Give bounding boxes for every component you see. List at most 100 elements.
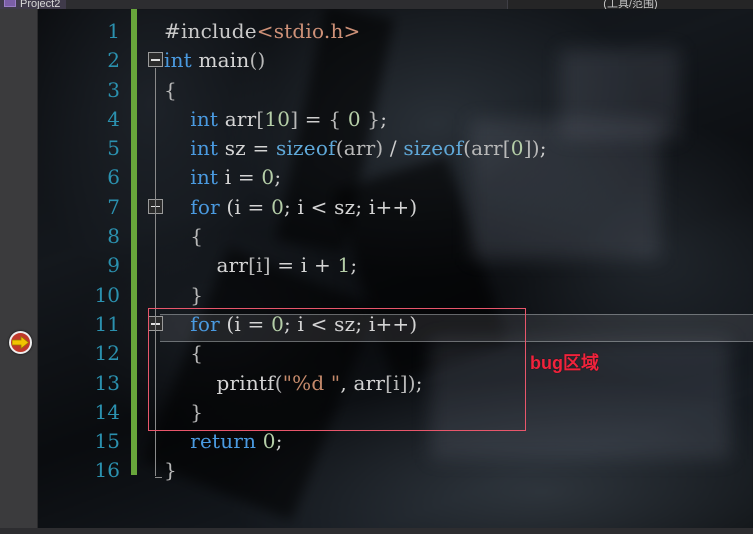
code-token: } (190, 282, 204, 307)
code-text[interactable]: #include<stdio.h> int main(){ int arr[10]… (164, 9, 753, 534)
code-token: (arr) (335, 136, 384, 161)
code-token: arr (216, 253, 249, 278)
line-number: 2 (107, 48, 120, 73)
code-token: ; (274, 165, 282, 190)
code-line[interactable]: #include<stdio.h> (164, 17, 753, 46)
code-token: 0 (262, 429, 276, 454)
code-token: ; i < sz; i++) (284, 194, 418, 219)
breakpoint-with-execution-arrow[interactable] (9, 331, 32, 354)
breakpoint-gutter[interactable] (0, 9, 38, 534)
code-token: } (360, 106, 381, 131)
code-line[interactable]: { (164, 76, 753, 105)
line-number: 12 (94, 341, 120, 366)
code-token: / (383, 136, 404, 161)
code-token: return (190, 429, 257, 454)
code-line[interactable]: int i = 0; (164, 163, 753, 192)
tab-label: Project2 (20, 0, 61, 9)
code-token: (i = (219, 194, 272, 219)
code-token: int (190, 106, 219, 131)
code-token: ; (380, 106, 388, 131)
code-token: } (190, 399, 204, 424)
line-number-column: 1 2 3 4 5 6 7 8 9 10 11 12 13 14 15 16 (38, 9, 130, 534)
line-number: 13 (94, 370, 120, 395)
code-token: sizeof (403, 136, 464, 161)
code-token: { (164, 77, 177, 102)
code-token: 10 (264, 106, 291, 131)
line-number: 1 (107, 19, 120, 43)
fold-connector (155, 68, 157, 477)
code-token: 0 (271, 194, 285, 219)
solution-icon (4, 0, 16, 7)
code-token: ) (407, 370, 416, 395)
code-line[interactable]: for (i = 0; i < sz; i++) (164, 310, 753, 339)
line-number: 8 (107, 224, 120, 249)
code-token: = i + (270, 253, 338, 278)
bottom-strip (0, 528, 753, 534)
line-number: 5 (107, 136, 120, 161)
code-token: { (190, 224, 204, 249)
code-token: ; (539, 136, 547, 161)
code-token: , arr (340, 370, 386, 395)
line-number: 6 (107, 165, 120, 190)
line-number: 16 (94, 458, 120, 483)
editor-window: Project2 (工具/范围) 1 2 3 4 5 6 7 8 9 10 11 12 13 14 15 16 (0, 0, 753, 534)
code-token: [ (502, 136, 511, 161)
tab-project2[interactable]: Project2 (0, 0, 67, 9)
code-token: } (164, 458, 177, 483)
code-editor[interactable]: 1 2 3 4 5 6 7 8 9 10 11 12 13 14 15 16 #include<stdio.h… (0, 9, 753, 534)
code-token: ( (274, 370, 283, 395)
code-token: (i = (219, 311, 272, 336)
code-line[interactable]: int sz = sizeof(arr) / sizeof(arr[0]); (164, 134, 753, 163)
code-line[interactable]: arr[i] = i + 1; (164, 251, 753, 280)
code-line[interactable]: return 0; (164, 427, 753, 456)
code-token: sz = (218, 136, 276, 161)
code-token: <stdio.h> (256, 19, 361, 43)
code-line[interactable]: int arr[10] = { 0 }; (164, 105, 753, 134)
code-token: = (298, 106, 329, 131)
bug-region-label: bug区域 (530, 353, 599, 374)
code-token: (arr (463, 136, 503, 161)
tab-strip: Project2 (工具/范围) (0, 0, 753, 9)
code-token: [i] (385, 370, 408, 395)
tool-scope-label: (工具/范围) (507, 0, 753, 9)
code-token: [i] (248, 253, 271, 278)
code-token: printf (216, 370, 275, 395)
code-line[interactable]: { (164, 339, 753, 368)
fold-toggle-line-2[interactable] (148, 52, 163, 68)
execution-arrow-icon (12, 336, 29, 349)
code-token: i = (218, 165, 262, 190)
code-line[interactable]: } (164, 456, 753, 485)
code-token: () (249, 48, 266, 73)
line-number: 11 (94, 311, 120, 336)
code-token: { (190, 341, 204, 366)
code-token: ; i < sz; i++) (284, 311, 418, 336)
line-number: 3 (107, 77, 120, 102)
code-token: ]) (523, 136, 540, 161)
line-number: 10 (94, 282, 120, 307)
code-token: ; (350, 253, 358, 278)
code-token: 1 (337, 253, 351, 278)
code-line[interactable]: printf("%d ", arr[i]); (164, 369, 753, 398)
line-number: 15 (94, 429, 120, 454)
code-token: #include (164, 19, 257, 43)
code-line[interactable]: } (164, 398, 753, 427)
code-token: ; (415, 370, 423, 395)
code-line[interactable]: { (164, 222, 753, 251)
code-token: int (190, 165, 219, 190)
line-number: 9 (107, 253, 120, 278)
code-token: int (164, 48, 192, 73)
line-number: 7 (107, 194, 120, 219)
code-token: 0 (347, 106, 361, 131)
fold-connector-foot (155, 476, 162, 478)
code-token: main (198, 48, 250, 73)
code-token: 0 (261, 165, 275, 190)
change-indicator-bar (131, 9, 137, 475)
line-number: 4 (107, 106, 120, 131)
code-line[interactable]: } (164, 281, 753, 310)
outlining-column[interactable] (148, 9, 164, 534)
code-token: int (190, 136, 219, 161)
code-token: "%d " (282, 370, 341, 395)
code-line[interactable]: for (i = 0; i < sz; i++) (164, 193, 753, 222)
code-token: { (328, 106, 348, 131)
code-line[interactable]: int main() (164, 46, 753, 75)
